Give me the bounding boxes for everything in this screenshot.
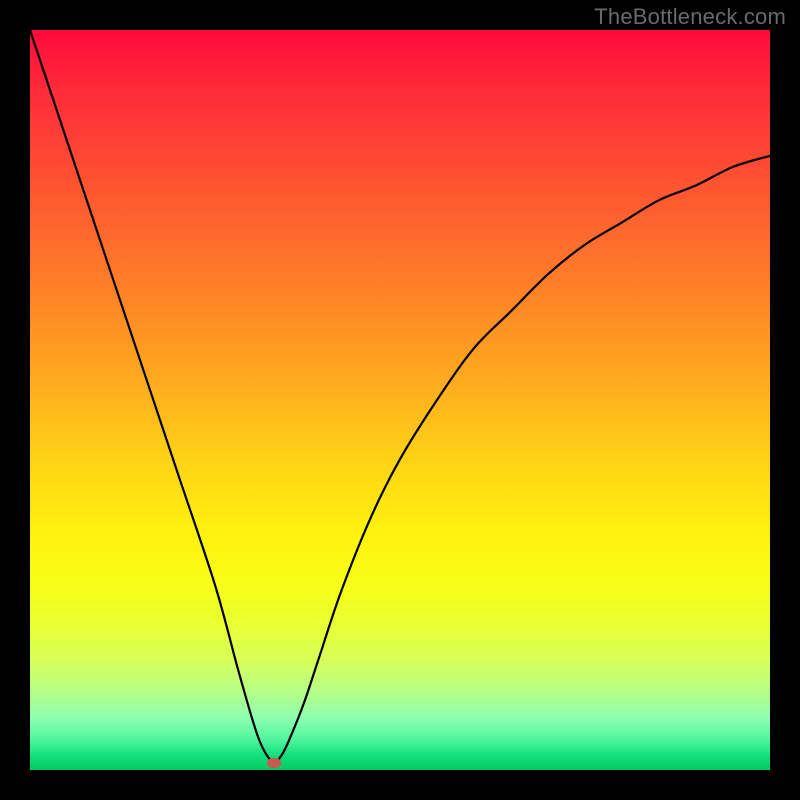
watermark-label: TheBottleneck.com <box>594 4 786 30</box>
optimal-marker-icon <box>267 758 281 768</box>
bottleneck-curve <box>30 30 770 763</box>
chart-frame: TheBottleneck.com <box>0 0 800 800</box>
curve-svg <box>30 30 770 770</box>
plot-area <box>30 30 770 770</box>
